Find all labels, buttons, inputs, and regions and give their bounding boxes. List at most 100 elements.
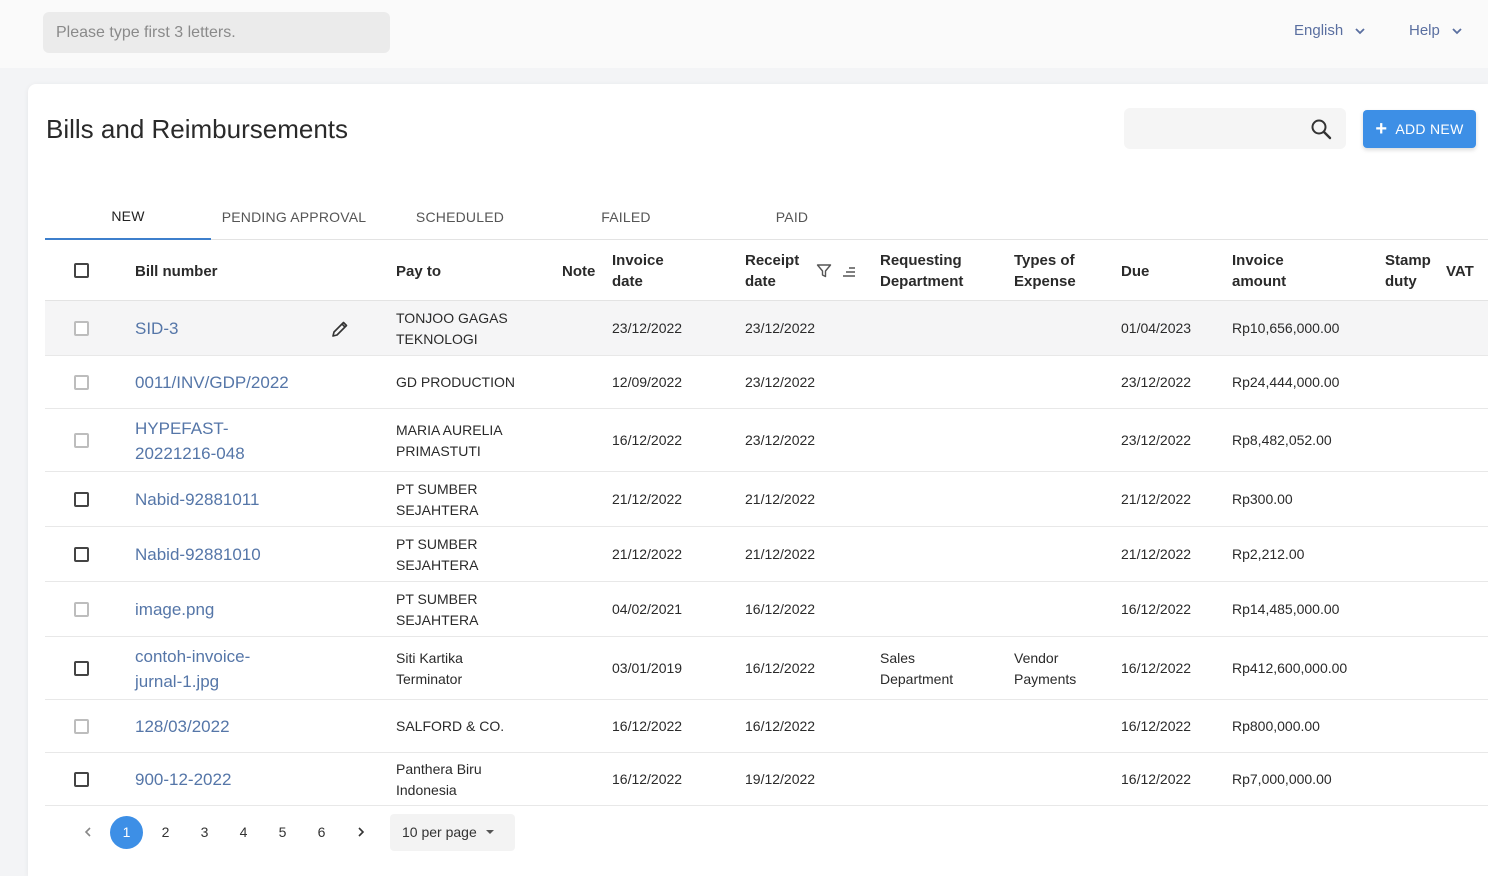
row-checkbox[interactable] [74, 661, 89, 676]
row-checkbox[interactable] [74, 321, 89, 336]
row-checkbox[interactable] [74, 492, 89, 507]
bill-number-link[interactable]: 128/03/2022 [135, 714, 230, 739]
table-row[interactable]: image.png PT SUMBER SEJAHTERA 04/02/2021 16/… [45, 582, 1488, 637]
table-row[interactable]: SID-3 TONJOO GAGAS TEKNOLOGI 23/12/2022 23/1… [45, 301, 1488, 356]
caret-down-icon [485, 830, 494, 834]
table-row[interactable]: Nabid-92881010 PT SUMBER SEJAHTERA 21/12/20… [45, 527, 1488, 582]
expense-type-cell-line: Payments [1014, 671, 1077, 687]
next-page-button[interactable] [341, 815, 380, 849]
pay-to-cell-line: TEKNOLOGI [396, 331, 478, 347]
pay-to-cell-line: SEJAHTERA [396, 612, 479, 628]
col-stamp-duty[interactable]: Stamp duty [1385, 250, 1431, 292]
tab-pending-approval[interactable]: PENDING APPROVAL [211, 194, 377, 240]
pay-to-cell: GD PRODUCTION [396, 372, 515, 393]
filter-icon[interactable] [816, 263, 832, 279]
due-date-cell: 16/12/2022 [1121, 660, 1192, 676]
invoice-amount-cell: Rp14,485,000.00 [1232, 601, 1340, 617]
col-invoice-date[interactable]: Invoice date [612, 250, 664, 292]
pay-to-cell: MARIA AURELIA PRIMASTUTI [396, 420, 503, 462]
page-number: 1 [110, 815, 143, 849]
plus-icon: + [1375, 118, 1388, 140]
top-bar: English Help [0, 0, 1488, 68]
bill-number-link[interactable]: contoh-invoice-jurnal-1.jpg [135, 644, 250, 694]
invoice-date-cell: 03/01/2019 [612, 660, 683, 676]
table-row[interactable]: 900-12-2022 Panthera Biru Indonesia 16/12/2… [45, 753, 1488, 806]
col-types-of-expense[interactable]: Types of Expense [1014, 250, 1076, 292]
pay-to-cell-line: Panthera Biru [396, 761, 482, 777]
receipt-date-cell: 21/12/2022 [745, 546, 816, 562]
table-row[interactable]: HYPEFAST- 20221216-048 MARIA AURELIA PRIMAS… [45, 409, 1488, 472]
bill-number-link[interactable]: image.png [135, 597, 214, 622]
col-receipt-date[interactable]: Receipt date [745, 250, 799, 292]
col-vat[interactable]: VAT [1446, 261, 1474, 282]
bill-number-link-line: 0011/INV/GDP/2022 [135, 373, 289, 392]
language-dropdown[interactable]: English [1294, 22, 1367, 39]
pay-to-cell-line: TONJOO GAGAS [396, 310, 508, 326]
page-button-4[interactable]: 4 [224, 815, 263, 849]
page-button-6[interactable]: 6 [302, 815, 341, 849]
bill-number-link-line: 20221216-048 [135, 444, 245, 463]
col-due[interactable]: Due [1121, 261, 1149, 282]
invoice-amount-cell: Rp7,000,000.00 [1232, 771, 1332, 787]
col-stamp-line1: Stamp [1385, 252, 1431, 269]
chevron-right-icon [357, 827, 364, 837]
pay-to-cell-line: GD PRODUCTION [396, 374, 515, 390]
invoice-amount-cell: Rp800,000.00 [1232, 718, 1320, 734]
bill-number-link[interactable]: 900-12-2022 [135, 767, 231, 792]
department-cell-line: Department [880, 671, 954, 687]
search-icon[interactable] [1310, 118, 1332, 140]
col-invoice-amount[interactable]: Invoice amount [1232, 250, 1286, 292]
prev-page-button[interactable] [68, 815, 107, 849]
tab-failed[interactable]: FAILED [543, 194, 709, 240]
help-label: Help [1409, 22, 1440, 39]
table-row[interactable]: 0011/INV/GDP/2022 GD PRODUCTION 12/09/2022… [45, 356, 1488, 409]
pencil-icon[interactable] [330, 319, 350, 339]
department-cell-line: Sales [880, 650, 916, 666]
col-note[interactable]: Note [562, 261, 595, 282]
col-invoice-date-line2: date [612, 273, 643, 290]
table-row[interactable]: 128/03/2022 SALFORD & CO. 16/12/2022 16/12/… [45, 700, 1488, 753]
expense-type-cell-line: Vendor [1014, 650, 1059, 666]
tab-scheduled[interactable]: SCHEDULED [377, 194, 543, 240]
row-checkbox[interactable] [74, 719, 89, 734]
col-pay-to[interactable]: Pay to [396, 261, 441, 282]
select-all-checkbox[interactable] [74, 263, 89, 278]
receipt-date-cell: 19/12/2022 [745, 771, 816, 787]
invoice-amount-cell: Rp300.00 [1232, 491, 1293, 507]
table-row[interactable]: Nabid-92881011 PT SUMBER SEJAHTERA 21/12/20… [45, 472, 1488, 527]
row-checkbox[interactable] [74, 772, 89, 787]
due-date-cell: 01/04/2023 [1121, 320, 1192, 336]
row-checkbox[interactable] [74, 433, 89, 448]
bill-number-link[interactable]: HYPEFAST- 20221216-048 [135, 416, 245, 466]
pay-to-cell-line: Indonesia [396, 782, 457, 798]
due-date-cell: 16/12/2022 [1121, 771, 1192, 787]
page-button-2[interactable]: 2 [146, 815, 185, 849]
table-row[interactable]: contoh-invoice-jurnal-1.jpg Siti Kartika T… [45, 637, 1488, 700]
bill-number-link[interactable]: SID-3 [135, 316, 178, 341]
tab-paid[interactable]: PAID [709, 194, 875, 240]
col-requesting-department[interactable]: Requesting Department [880, 250, 963, 292]
global-search-input[interactable] [43, 12, 390, 53]
row-checkbox[interactable] [74, 602, 89, 617]
col-expense-line1: Types of [1014, 252, 1075, 269]
page-button-3[interactable]: 3 [185, 815, 224, 849]
table-body: SID-3 TONJOO GAGAS TEKNOLOGI 23/12/2022 23/1… [45, 301, 1488, 806]
row-checkbox[interactable] [74, 547, 89, 562]
col-bill-number[interactable]: Bill number [135, 261, 218, 282]
pay-to-cell-line: Terminator [396, 671, 463, 687]
per-page-select[interactable]: 10 per page [390, 813, 515, 851]
bill-number-link[interactable]: Nabid-92881010 [135, 542, 261, 567]
bill-number-link[interactable]: 0011/INV/GDP/2022 [135, 370, 289, 395]
receipt-date-cell: 16/12/2022 [745, 660, 816, 676]
receipt-date-cell: 23/12/2022 [745, 374, 816, 390]
add-new-button[interactable]: + ADD NEW [1363, 110, 1476, 148]
bill-number-link[interactable]: Nabid-92881011 [135, 487, 259, 512]
invoice-date-cell: 16/12/2022 [612, 771, 683, 787]
sort-icon[interactable] [842, 265, 856, 279]
row-checkbox[interactable] [74, 375, 89, 390]
page-button-1[interactable]: 1 [107, 815, 146, 849]
tab-new[interactable]: NEW [45, 194, 211, 240]
page-button-5[interactable]: 5 [263, 815, 302, 849]
department-cell: Sales Department [880, 648, 953, 690]
help-dropdown[interactable]: Help [1409, 22, 1464, 39]
